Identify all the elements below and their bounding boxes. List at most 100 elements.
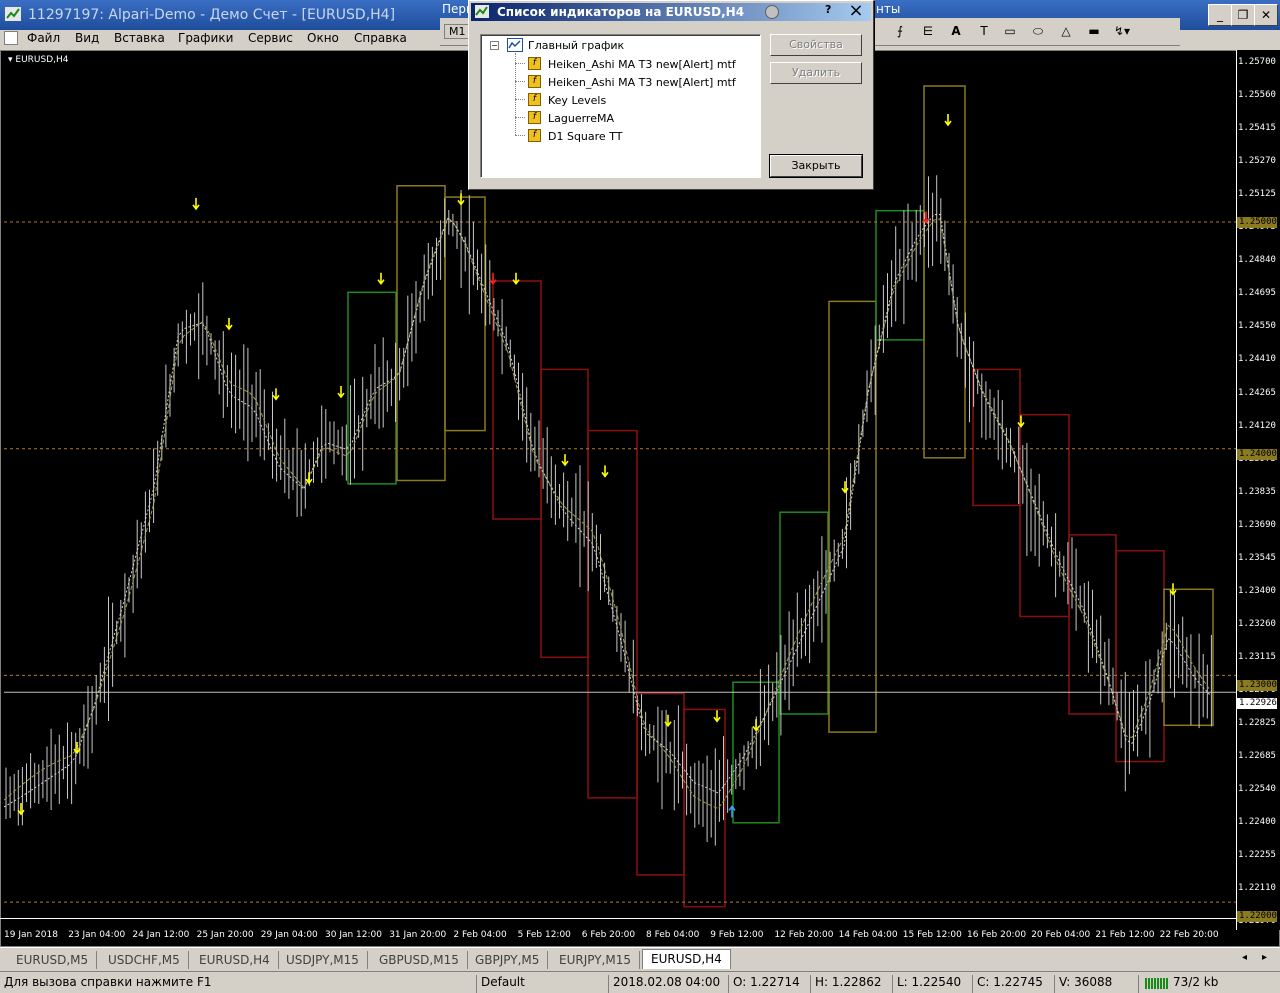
laguerre-ma-line (4, 216, 1211, 810)
d1-square-box (636, 692, 685, 876)
indicator-icon: f (528, 93, 541, 106)
close-dialog-button[interactable]: Закрыть (769, 154, 863, 178)
d1-square-box (396, 185, 446, 482)
tree-branch (515, 135, 525, 136)
tab-eurusd-m5[interactable]: EURUSD,M5 (8, 951, 98, 969)
buy-arrow (728, 805, 736, 818)
d1-square-box (444, 196, 486, 432)
indicator-item[interactable]: Key Levels (548, 94, 606, 107)
tree-branch (515, 63, 525, 64)
d1-square-box (347, 291, 397, 485)
status-high: H: 1.22862 (810, 975, 892, 993)
delete-button[interactable]: Удалить (770, 62, 862, 84)
tab-gbpjpy-m5[interactable]: GBPJPY,M5 (467, 951, 549, 969)
time-tick-label: 14 Feb 04:00 (838, 930, 898, 940)
tab-eurjpy-m15[interactable]: EURJPY,M15 (551, 951, 640, 969)
d1-square-box (1115, 549, 1165, 763)
indicator-item[interactable]: Heiken_Ashi MA T3 new[Alert] mtf (548, 76, 736, 89)
maximize-button[interactable]: ❐ (1231, 4, 1255, 26)
menu-tools[interactable]: Сервис (248, 31, 293, 45)
time-tick-label: 15 Feb 12:00 (902, 930, 962, 940)
arrows-dropdown-icon[interactable]: ↯▾ (1112, 24, 1132, 38)
level-label-2: 1.24000 (1237, 449, 1277, 460)
tree-branch (515, 99, 525, 100)
rectangle-icon[interactable]: ▭ (1000, 24, 1020, 38)
fibo-fan-icon[interactable]: ⋿ (918, 24, 938, 38)
time-tick-label: 8 Feb 04:00 (646, 930, 700, 940)
price-tick-label: 1.25125 (1238, 189, 1276, 200)
dialog-help-button[interactable]: ? (825, 3, 831, 16)
text-icon[interactable]: A (946, 24, 966, 38)
d1-square-box (972, 368, 1021, 507)
price-tick-label: 1.22110 (1238, 883, 1276, 894)
tab-scroll-left-icon[interactable]: ◂ (1242, 952, 1247, 963)
price-tick-label: 1.23400 (1238, 585, 1276, 596)
dialog-close-x-button[interactable]: × (845, 1, 867, 21)
ellipse-icon[interactable]: ⬭ (1028, 24, 1048, 39)
heiken-ashi-ma-line (4, 213, 1211, 808)
price-tick-label: 1.23690 (1238, 519, 1276, 530)
time-tick-label: 6 Feb 20:00 (581, 930, 636, 940)
status-open: O: 1.22714 (728, 975, 810, 993)
d1-square-box (683, 708, 726, 908)
status-low: L: 1.22540 (892, 975, 972, 993)
time-tick-label: 5 Feb 12:00 (517, 930, 571, 940)
tab-eurusd-h4-active[interactable]: EURUSD,H4 (642, 949, 731, 969)
level-label-1: 1.25000 (1237, 217, 1277, 228)
d1-square-box (828, 300, 877, 733)
price-tick-label: 1.22400 (1238, 817, 1276, 828)
indicator-item[interactable]: LaguerreMA (548, 112, 614, 125)
sell-arrow (337, 386, 345, 399)
menu-window[interactable]: Окно (307, 31, 339, 45)
sell-arrow (512, 272, 520, 286)
price-tick-label: 1.22685 (1238, 751, 1276, 762)
tree-root-main-chart[interactable]: Главный график (528, 39, 624, 52)
status-bar: Для вызова справки нажмите F1 Default 20… (0, 971, 1280, 993)
indicator-icon: f (528, 75, 541, 88)
time-tick-label: 20 Feb 04:00 (1031, 930, 1091, 940)
tab-scroll-right-icon[interactable]: ▸ (1262, 952, 1267, 963)
time-tick-label: 24 Jan 12:00 (132, 930, 190, 940)
tree-branch (515, 81, 525, 82)
menu-file[interactable]: Файл (27, 31, 60, 45)
indicator-item[interactable]: Heiken_Ashi MA T3 new[Alert] mtf (548, 58, 736, 71)
price-tick-label: 1.24120 (1238, 420, 1276, 431)
tree-connector (515, 53, 516, 135)
triangle-icon[interactable]: △ (1056, 24, 1076, 38)
tab-usdjpy-m15[interactable]: USDJPY,M15 (278, 951, 368, 969)
dialog-title-bar[interactable]: Список индикаторов на EURUSD,H4 (471, 3, 871, 21)
d1-square-box (540, 368, 589, 659)
sell-arrow (561, 454, 569, 467)
indicator-item[interactable]: D1 Square TT (548, 130, 622, 143)
menu-charts[interactable]: Графики (178, 31, 233, 45)
minimize-button[interactable]: _ (1208, 4, 1232, 26)
time-tick-label: 31 Jan 20:00 (389, 930, 447, 940)
menu-view[interactable]: Вид (75, 31, 99, 45)
tab-eurusd-h4[interactable]: EURUSD,H4 (191, 951, 279, 969)
price-tick-label: 1.24265 (1238, 387, 1276, 398)
properties-button[interactable]: Свойства (770, 34, 862, 56)
status-close: C: 1.22745 (972, 975, 1054, 993)
menu-help[interactable]: Справка (354, 31, 407, 45)
sell-arrow (489, 272, 497, 286)
indicator-icon: f (528, 57, 541, 70)
filled-rectangle-icon[interactable]: ▬ (1084, 24, 1104, 38)
text-label-icon[interactable]: T (974, 24, 994, 38)
ohlc-bars (5, 175, 1212, 846)
tree-collapse-icon[interactable]: − (490, 41, 499, 50)
close-window-button[interactable]: ✕ (1254, 4, 1278, 26)
tab-usdchf-m5[interactable]: USDCHF,M5 (100, 951, 189, 969)
time-tick-label: 23 Jan 04:00 (68, 930, 126, 940)
sell-arrow (377, 272, 385, 286)
mdi-icon[interactable] (4, 31, 18, 45)
status-traffic: 73/2 kb (1138, 975, 1280, 993)
indicators-dialog: Список индикаторов на EURUSD,H4 ? × − Гл… (468, 0, 874, 190)
timeframe-m1-button[interactable]: M1 (444, 24, 471, 39)
time-tick-label: 12 Feb 20:00 (774, 930, 834, 940)
fibo-icon[interactable]: ⨍ (890, 24, 910, 38)
indicator-tree[interactable]: − Главный график f Heiken_Ashi MA T3 new[… (480, 34, 761, 178)
tab-gbpusd-m15[interactable]: GBPUSD,M15 (371, 951, 468, 969)
price-tick-label: 1.24840 (1238, 255, 1276, 266)
menu-insert[interactable]: Вставка (114, 31, 165, 45)
time-tick-label: 19 Jan 2018 (4, 930, 58, 940)
